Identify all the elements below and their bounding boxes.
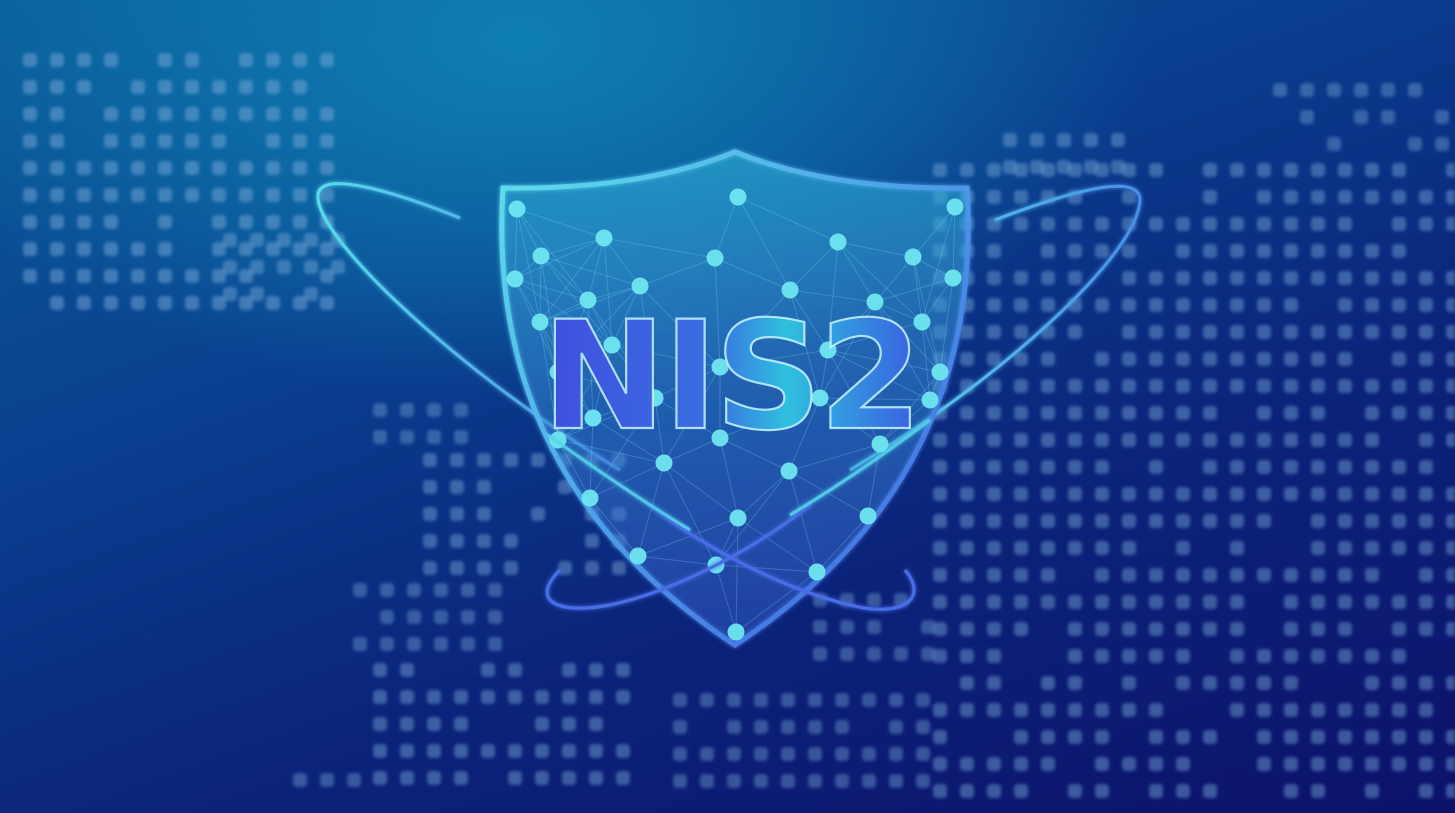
network-node [506, 270, 524, 288]
network-node [946, 198, 964, 216]
network-node [581, 489, 599, 507]
network-node [706, 249, 724, 267]
network-node [727, 623, 745, 641]
network-node [729, 188, 747, 206]
hero-banner: NIS2 [0, 0, 1455, 813]
nis2-emblem: NIS2 [316, 149, 1142, 648]
network-node [829, 233, 847, 251]
network-node [595, 229, 613, 247]
network-node [808, 563, 826, 581]
network-node [931, 363, 949, 381]
network-node [729, 509, 747, 527]
network-node [859, 507, 877, 525]
network-node [532, 247, 550, 265]
network-node [508, 200, 526, 218]
network-node [921, 391, 939, 409]
emblem-title: NIS2 [541, 290, 919, 464]
network-node [904, 248, 922, 266]
network-node [944, 269, 962, 287]
network-node [629, 547, 647, 565]
network-node [780, 462, 798, 480]
